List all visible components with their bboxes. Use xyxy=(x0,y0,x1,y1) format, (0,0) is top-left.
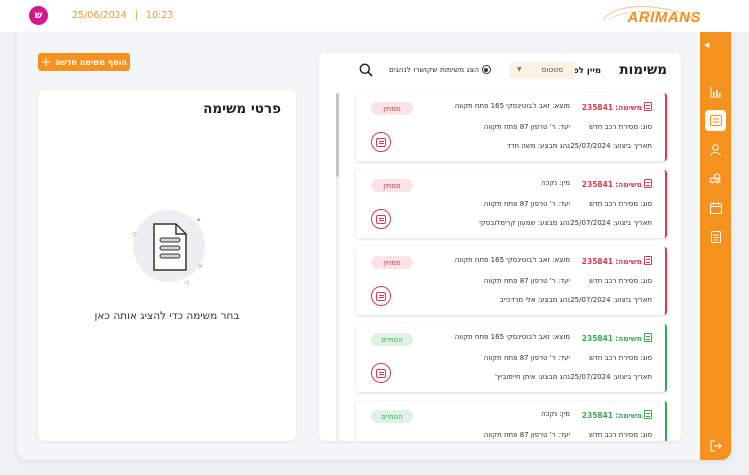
document-icon xyxy=(376,291,386,301)
driver-tasks-toggle[interactable]: הצג משימות שקושרו לנהגים xyxy=(389,65,491,74)
task-document-button[interactable] xyxy=(371,363,391,383)
top-bar: ש 25/06/2024 | 10:23 ARIMANS xyxy=(0,0,749,32)
current-time: 10:23 xyxy=(145,10,174,21)
task-document-button[interactable] xyxy=(371,286,391,306)
sort-select[interactable]: סטטוס ▼ xyxy=(509,62,575,79)
svg-text:✦: ✦ xyxy=(196,217,201,224)
task-type: סוג: מסירת רכב חדש xyxy=(589,431,652,439)
task-destination: יעד: ר' טרפון 87 פתח תקווה xyxy=(483,354,570,362)
task-date: תאריך ביצוע: 25/07/2024 xyxy=(570,373,652,381)
task-driver: נהג מבצע: איתן חיימוביץ' xyxy=(494,373,570,381)
task-driver: נהג מבצע: אלי מרדכייב xyxy=(499,296,570,304)
status-badge: הסתיים xyxy=(371,333,413,346)
task-id: משימה:235841 xyxy=(582,179,652,189)
task-doc-icon xyxy=(644,179,652,188)
task-doc-icon xyxy=(644,102,652,111)
task-doc-icon xyxy=(644,410,652,419)
task-driver: נהג מבצע: שמעון קרימלובסקי xyxy=(479,219,570,227)
task-document-button[interactable] xyxy=(371,132,391,152)
chevron-down-icon: ▼ xyxy=(517,66,522,73)
task-destination: יעד: ר' טרפון 87 פתח תקווה xyxy=(483,200,570,208)
chart-icon[interactable] xyxy=(705,82,726,103)
sort-value: סטטוס xyxy=(541,65,563,74)
task-destination: יעד: ר' טרפון 87 פתח תקווה xyxy=(483,277,570,285)
tasks-title: משימות xyxy=(619,62,667,78)
task-id: משימה:235841 xyxy=(582,256,652,266)
empty-document-icon: ◇ ✦ × ◦ ◁ xyxy=(124,204,214,294)
empty-state-text: בחר משימה כדי להציג אותה כאן xyxy=(94,310,240,322)
add-task-button[interactable]: + הוסף משימה חדשה xyxy=(38,53,130,71)
task-list-panel: משימות מיין לפי סטטוס ▼ הצג משימות שקושר… xyxy=(319,53,681,441)
current-date: 25/06/2024 xyxy=(72,10,127,21)
details-title: פרטי משימה xyxy=(203,101,281,117)
svg-text:◁: ◁ xyxy=(184,279,189,286)
task-id: משימה:235841 xyxy=(582,410,652,420)
user-avatar[interactable]: ש xyxy=(29,6,48,25)
date-time: 25/06/2024 | 10:23 xyxy=(72,10,173,21)
svg-text:◇: ◇ xyxy=(132,231,137,238)
task-type: סוג: מסירת רכב חדש xyxy=(589,200,652,208)
sidebar: ◀ xyxy=(700,32,731,460)
user-icon[interactable] xyxy=(705,139,726,160)
task-origin: מין: נקכה xyxy=(541,179,570,187)
task-card[interactable]: משימה:235841 סוג: מסירת רכב חדש תאריך בי… xyxy=(356,247,667,315)
driver-tasks-label: הצג משימות שקושרו לנהגים xyxy=(389,65,479,74)
task-origin: מוצא: זאב ז'בוטינסקי 165 פתח תקווה xyxy=(454,102,570,110)
add-task-label: הוסף משימה חדשה xyxy=(55,57,127,67)
tasks-icon[interactable] xyxy=(705,110,726,131)
status-badge: הסתיים xyxy=(371,410,413,423)
task-card[interactable]: משימה:235841 סוג: מסירת רכב חדש תאריך בי… xyxy=(356,324,667,392)
status-badge: ממתין xyxy=(371,256,413,269)
logout-icon[interactable] xyxy=(705,435,726,456)
task-doc-icon xyxy=(644,256,652,265)
scrollbar-thumb[interactable] xyxy=(336,93,339,177)
task-details-panel: פרטי משימה ◇ ✦ × ◦ ◁ בחר משימה כדי להציג… xyxy=(38,90,296,441)
task-card[interactable]: משימה:235841 סוג: מסירת רכב חדש מין: נקכ… xyxy=(356,401,667,441)
svg-text:×: × xyxy=(198,263,203,270)
arimans-logo: ARIMANS xyxy=(589,2,701,30)
task-date: תאריך ביצוע: 25/07/2024 xyxy=(570,142,652,150)
task-date: תאריך ביצוע: 25/07/2024 xyxy=(570,296,652,304)
task-type: סוג: מסירת רכב חדש xyxy=(589,354,652,362)
task-card[interactable]: משימה:235841 סוג: מסירת רכב חדש תאריך בי… xyxy=(356,170,667,238)
task-origin: מין: נקכה xyxy=(541,410,570,418)
sort-by-label: מיין לפי xyxy=(570,66,601,76)
document-icon xyxy=(376,368,386,378)
task-origin: מוצא: זאב ז'בוטינסקי 165 פתח תקווה xyxy=(454,333,570,341)
document-icon[interactable] xyxy=(705,226,726,247)
logo-text: ARIMANS xyxy=(627,9,701,26)
task-date: תאריך ביצוע: 25/07/2024 xyxy=(570,219,652,227)
plus-icon: + xyxy=(41,55,52,69)
car-search-icon[interactable] xyxy=(705,168,726,189)
task-id: משימה:235841 xyxy=(582,102,652,112)
date-time-separator: | xyxy=(134,10,138,21)
document-icon xyxy=(376,214,386,224)
task-card[interactable]: משימה:235841 סוג: מסירת רכב חדש תאריך בי… xyxy=(356,93,667,161)
calendar-icon[interactable] xyxy=(705,197,726,218)
collapse-arrow-icon[interactable]: ◀ xyxy=(704,41,709,49)
svg-text:◦: ◦ xyxy=(136,268,139,274)
task-type: סוג: מסירת רכב חדש xyxy=(589,123,652,131)
status-badge: ממתין xyxy=(371,102,413,115)
task-driver: נהג מבצע: משה חדד xyxy=(506,142,570,150)
task-id: משימה:235841 xyxy=(582,333,652,343)
task-destination: יעד: ר' טרפון 87 פתח תקווה xyxy=(483,431,570,439)
task-doc-icon xyxy=(644,333,652,342)
task-type: סוג: מסירת רכב חדש xyxy=(589,277,652,285)
search-icon[interactable] xyxy=(359,63,373,77)
task-document-button[interactable] xyxy=(371,209,391,229)
task-origin: מוצא: זאב ז'בוטינסקי 165 פתח תקווה xyxy=(454,256,570,264)
radio-button[interactable] xyxy=(481,65,491,74)
document-icon xyxy=(376,137,386,147)
task-destination: יעד: ר' טרפון 87 פתח תקווה xyxy=(483,123,570,131)
status-badge: ממתין xyxy=(371,179,413,192)
